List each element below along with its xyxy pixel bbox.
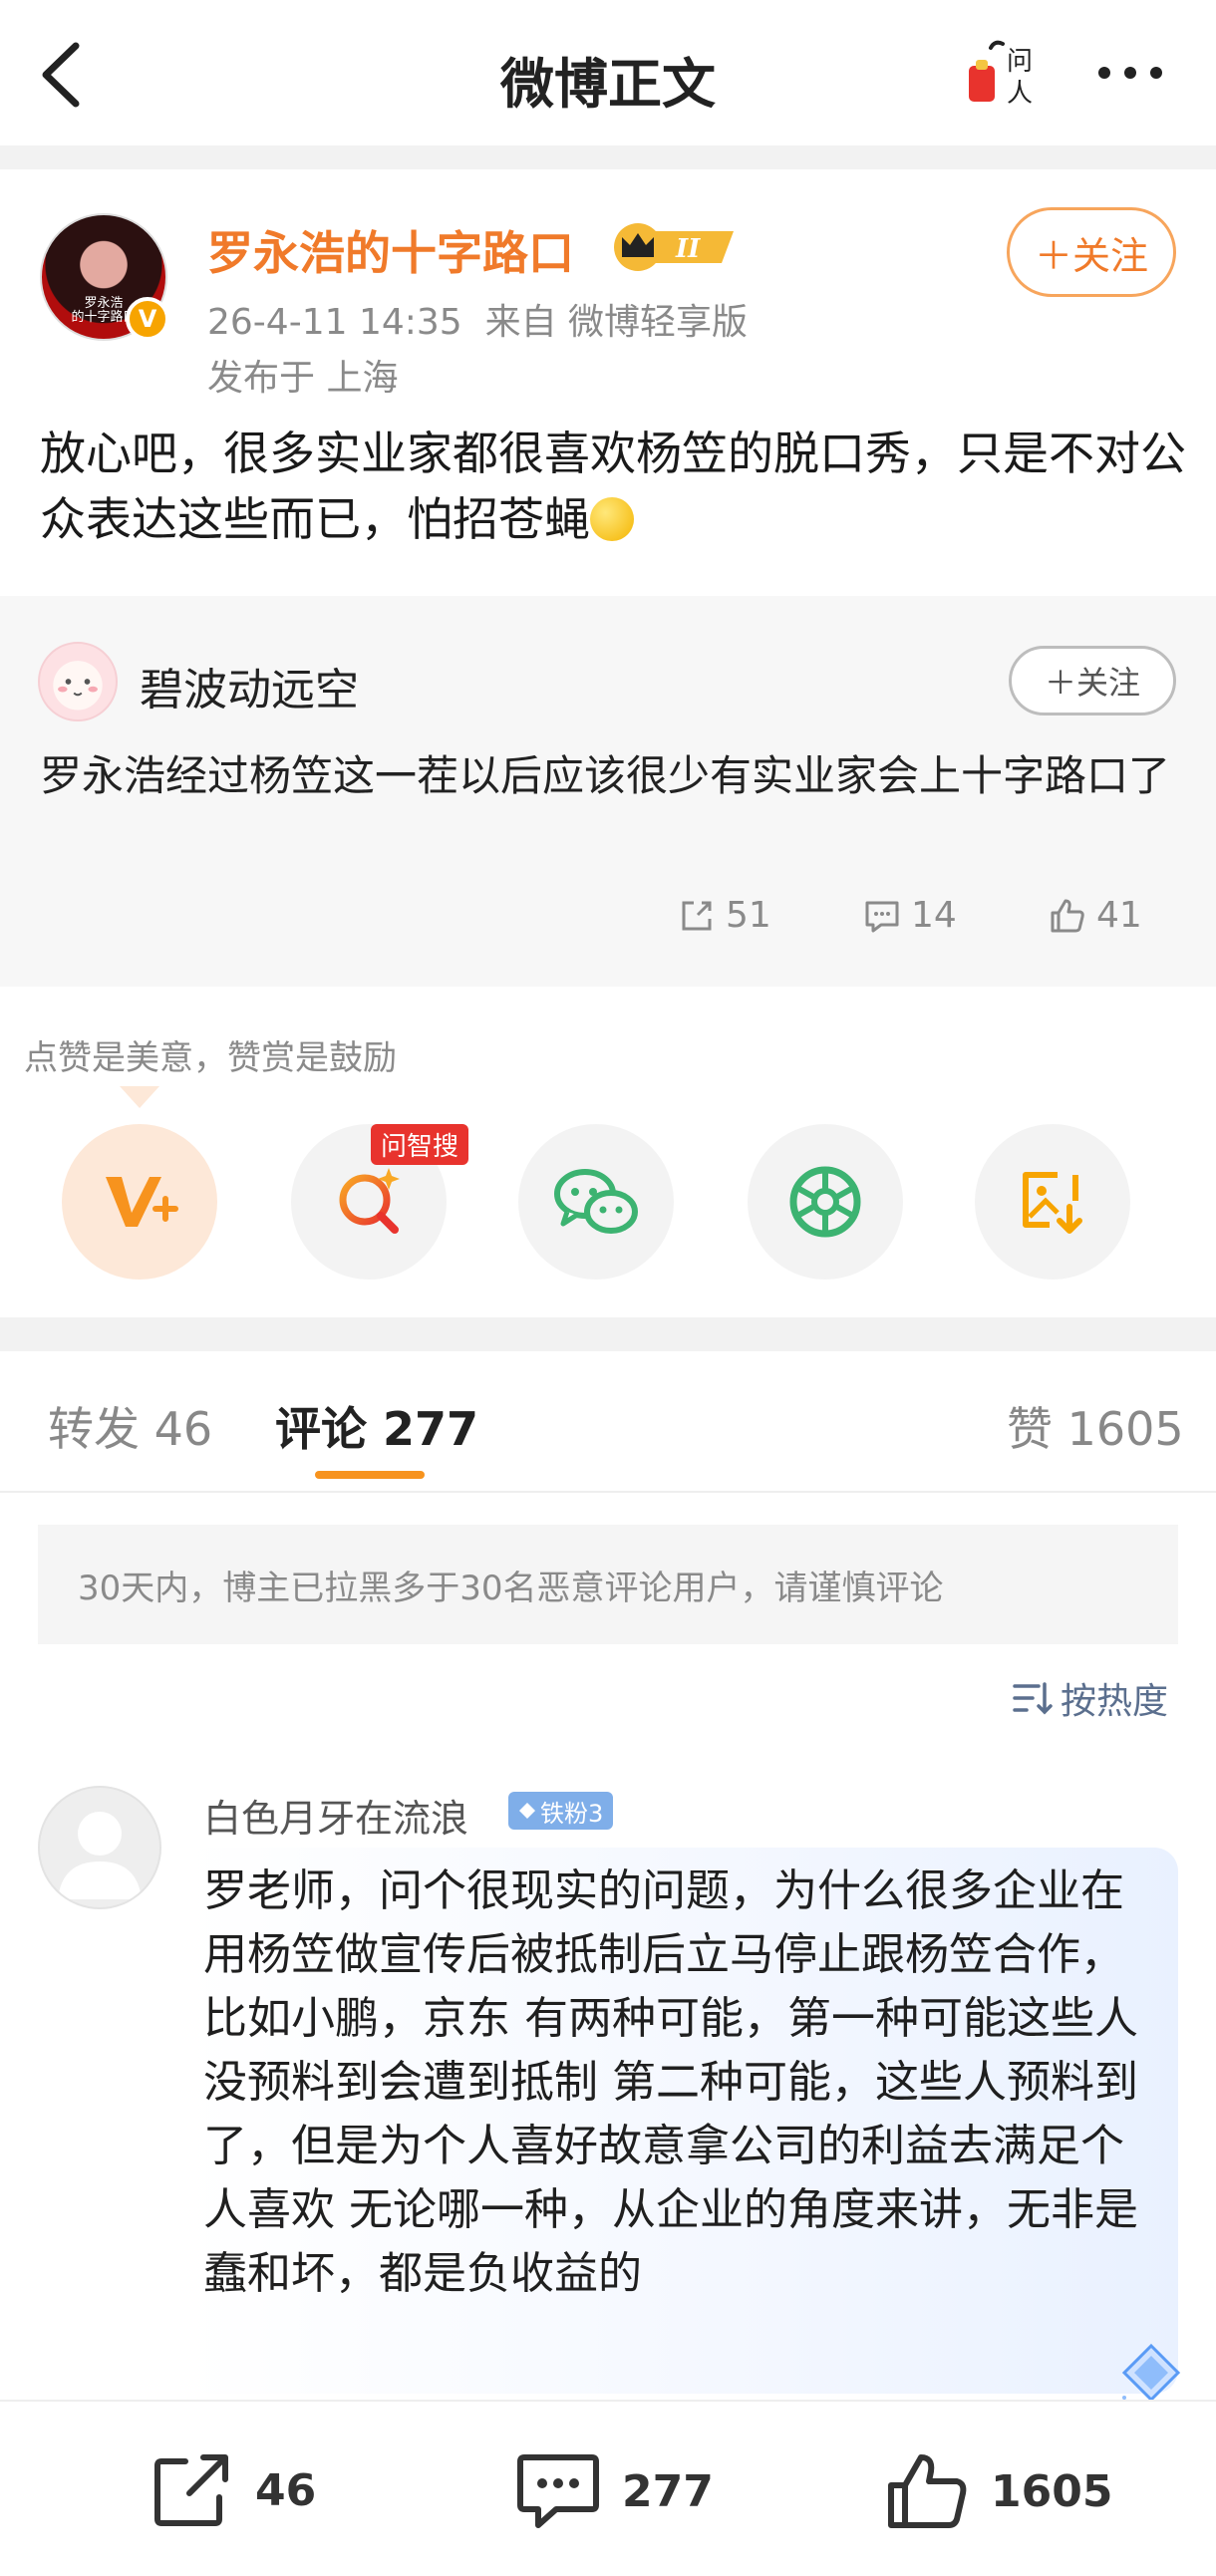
quoted-like-count[interactable]: 41 [1049,895,1142,936]
svg-text:人: 人 [1007,79,1033,109]
comment-icon [517,2454,599,2528]
post-text: 放心吧，很多实业家都很喜欢杨笠的脱口秀，只是不对公众表达这些而已，怕招苍蝇 [40,421,1186,552]
tip-pointer-icon [120,1086,159,1108]
post-timestamp: 26-4-11 14:35 [207,302,462,343]
commenter-name[interactable]: 白色月牙在流浪 [203,1788,468,1843]
tab-repost[interactable]: 转发 46 [48,1393,212,1459]
wechat-icon [554,1169,638,1234]
section-divider [0,145,1216,169]
thumbs-up-icon [888,2454,967,2528]
quoted-like-number: 41 [1096,895,1142,936]
tab-like[interactable]: 赞 1605 [1007,1393,1184,1459]
default-user-icon [58,1812,142,1899]
like-button[interactable]: 1605 [885,2451,1112,2531]
image-download-icon [1023,1172,1082,1234]
follow-button[interactable]: ＋关注 [1007,207,1176,297]
quoted-repost-count[interactable]: 51 [678,895,771,936]
search-sparkle-icon [339,1168,400,1234]
level-badge-text: II [675,234,701,264]
quoted-comment-count[interactable]: 14 [863,895,957,936]
commenter-avatar[interactable] [38,1786,161,1909]
wechat-share-button[interactable] [518,1124,674,1280]
quoted-post[interactable]: 碧波动远空 ＋关注 罗永浩经过杨笠这一茬以后应该很少有实业家会上十字路口了 51… [0,596,1216,987]
moments-share-button[interactable] [748,1124,903,1280]
fan-level-text: 铁粉3 [540,1799,604,1828]
comment-icon [865,901,899,932]
v-plus-icon [106,1177,178,1227]
crown-level-badge-icon: II [614,223,734,271]
quoted-comment-number: 14 [911,895,957,936]
cartoon-avatar-icon [53,661,103,711]
reward-button[interactable] [62,1124,217,1280]
verified-badge-icon: V [126,297,169,341]
camera-aperture-icon [789,1166,861,1238]
quoted-repost-number: 51 [726,895,771,936]
repost-icon [682,901,712,930]
quoted-follow-button[interactable]: ＋关注 [1009,646,1176,716]
top-nav-bar: 微博正文 问 人 [0,0,1216,145]
tab-divider [0,1491,1216,1493]
post-location: 发布于 上海 [207,358,399,399]
sort-label: 按热度 [1061,1681,1169,1722]
repost-count: 46 [255,2464,317,2516]
bottom-action-bar: 46 277 1605 [0,2400,1216,2576]
fan-level-badge: 铁粉3 [508,1792,614,1830]
ask-person-icon[interactable]: 问 人 [965,36,1045,116]
post-author-name[interactable]: 罗永浩的十字路口 [207,217,574,283]
smile-emoji-icon [590,497,634,541]
active-tab-indicator [315,1471,425,1479]
quoted-author-avatar[interactable] [38,642,118,721]
more-options-icon[interactable] [1090,48,1170,98]
comment-count: 277 [622,2465,714,2517]
tab-comment[interactable]: 评论 277 [275,1393,478,1459]
post-meta: 26-4-11 14:35 来自 微博轻享版 [207,293,748,345]
ai-search-tag: 问智搜 [371,1124,469,1165]
svg-text:问: 问 [1007,47,1033,77]
comment-notice: 30天内，博主已拉黑多于30名恶意评论用户，请谨慎评论 [38,1525,1178,1644]
reward-tip-text: 点赞是美意，赞赏是鼓励 [24,1038,397,1078]
post-source: 来自 微博轻享版 [484,302,749,343]
diamond-icon [519,1803,535,1819]
comment-text: 罗老师，问个很现实的问题，为什么很多企业在用杨笠做宣传后被抵制后立马停止跟杨笠合… [203,1865,1138,2299]
section-divider [0,1317,1216,1351]
quoted-text: 罗永浩经过杨笠这一茬以后应该很少有实业家会上十字路口了 [40,751,1171,800]
thumbs-up-icon [1051,899,1084,932]
sort-by-popularity-button[interactable]: 按热度 [1013,1672,1168,1724]
repost-icon [154,2454,228,2526]
like-count: 1605 [991,2465,1113,2517]
comment-button[interactable]: 277 [516,2451,714,2531]
repost-button[interactable]: 46 [152,2451,316,2529]
quoted-author-name[interactable]: 碧波动远空 [140,654,359,717]
save-image-button[interactable] [975,1124,1130,1280]
sort-icon [1013,1682,1053,1715]
diamond-decoration-icon [1121,2343,1181,2404]
